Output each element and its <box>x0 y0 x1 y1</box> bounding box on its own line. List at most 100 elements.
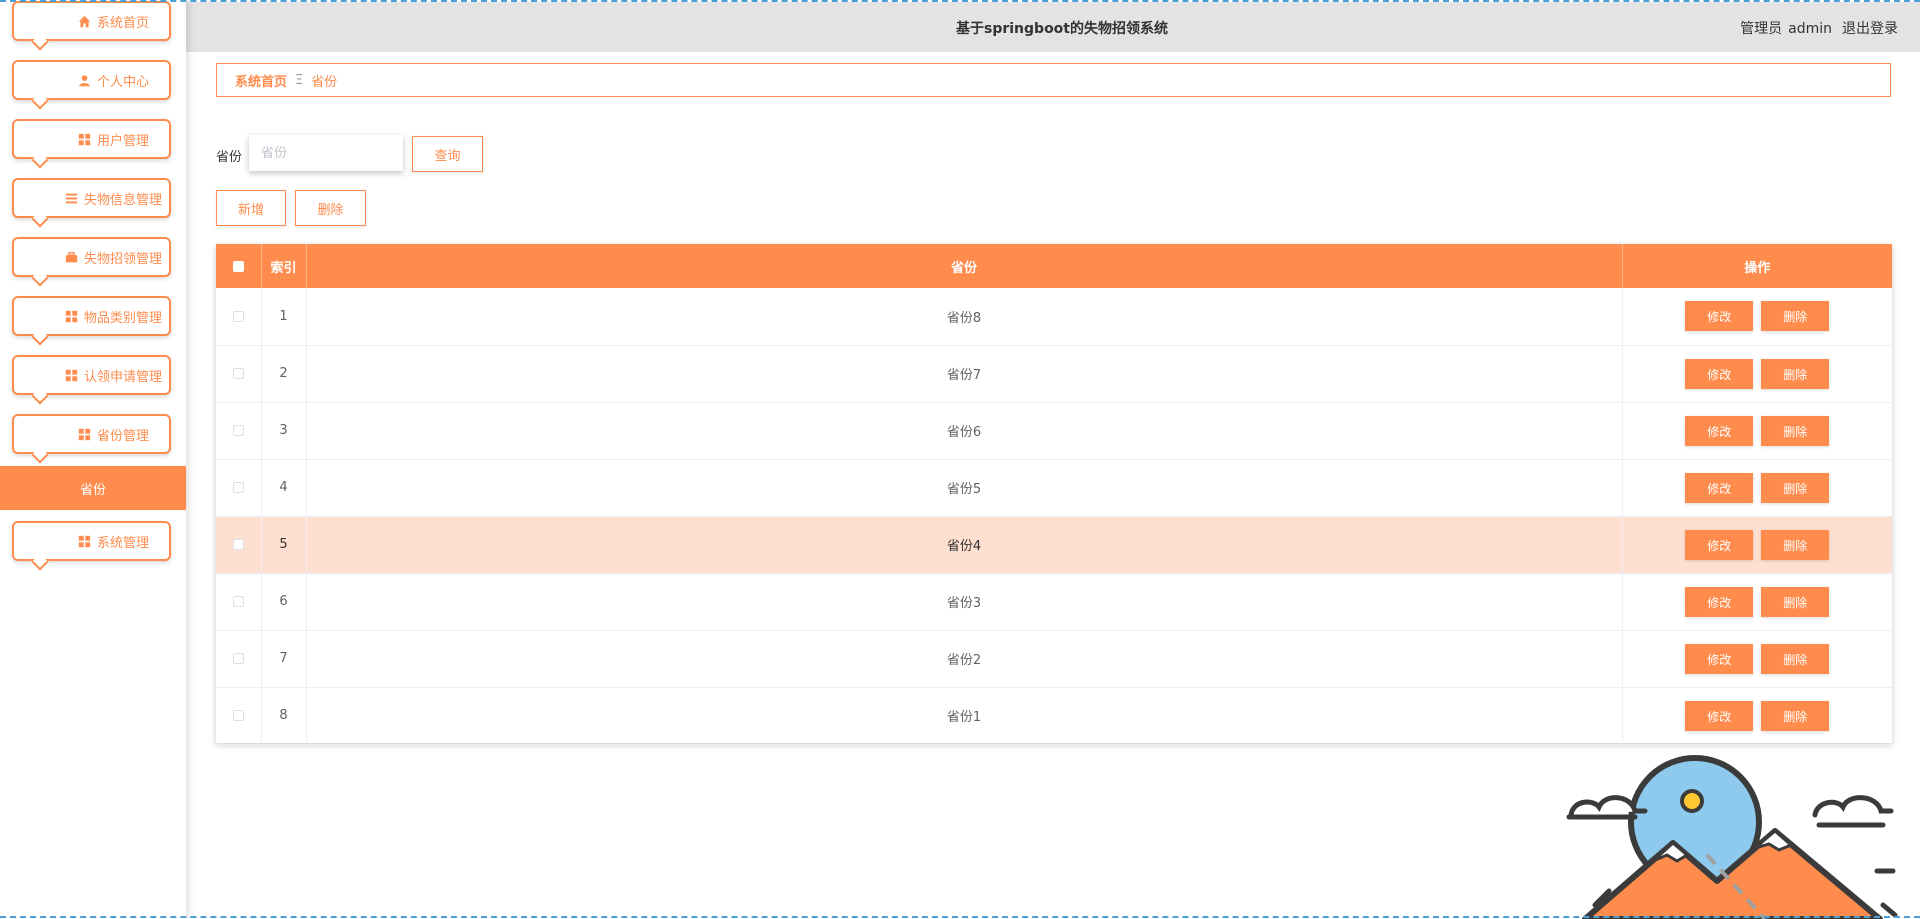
table-row[interactable]: 4 省份5 修改 删除 <box>216 459 1892 516</box>
row-index: 8 <box>261 687 307 744</box>
select-all-header <box>216 244 262 288</box>
row-index: 4 <box>261 459 307 516</box>
row-checkbox[interactable] <box>232 368 244 379</box>
table-row[interactable]: 7 省份2 修改 删除 <box>216 630 1892 687</box>
row-actions: 修改 删除 <box>1622 573 1892 630</box>
user-name: admin <box>1788 21 1832 37</box>
user-role: 管理员 <box>1740 21 1783 37</box>
row-province: 省份2 <box>306 630 1623 687</box>
row-checkbox[interactable] <box>232 425 244 436</box>
edit-button[interactable]: 修改 <box>1685 472 1754 503</box>
row-province: 省份5 <box>306 459 1623 516</box>
sidebar-item-label: 失物招领管理 <box>83 251 162 267</box>
row-checkbox[interactable] <box>232 596 244 607</box>
sidebar-subitem-province[interactable]: 省份 <box>0 466 186 510</box>
row-index: 7 <box>261 630 307 687</box>
province-table: 索引 省份 操作 1 省份8 修改 删除 2 省份7 修改 删除 3 省份6 修改 删除 4 省份5 修改删… <box>216 244 1892 744</box>
row-actions: 修改 删除 <box>1622 402 1892 459</box>
sidebar-item-system-management[interactable]: 系统管理 <box>12 521 171 561</box>
batch-delete-button[interactable]: 删除 <box>295 190 366 226</box>
delete-button[interactable]: 删除 <box>1761 529 1830 560</box>
row-actions: 修改 删除 <box>1622 516 1892 573</box>
row-checkbox[interactable] <box>232 539 244 550</box>
sidebar-item-claim-management[interactable]: 认领申请管理 <box>12 355 171 395</box>
edit-button[interactable]: 修改 <box>1685 415 1754 446</box>
sidebar-item-home[interactable]: 系统首页 <box>12 1 171 41</box>
table-row[interactable]: 6 省份3 修改 删除 <box>216 573 1892 630</box>
delete-button[interactable]: 删除 <box>1761 700 1830 731</box>
breadcrumb: 系统首页 Ξ 省份 <box>216 63 1891 97</box>
sidebar-item-label: 省份管理 <box>96 428 149 444</box>
row-actions: 修改 删除 <box>1622 630 1892 687</box>
grid-icon <box>78 428 91 440</box>
delete-button[interactable]: 删除 <box>1761 586 1830 617</box>
edit-button[interactable]: 修改 <box>1685 586 1754 617</box>
grid-icon <box>78 133 91 145</box>
mountain-illustration <box>1566 755 1898 919</box>
query-button[interactable]: 查询 <box>412 136 483 172</box>
table-row[interactable]: 2 省份7 修改 删除 <box>216 345 1892 402</box>
row-province: 省份3 <box>306 573 1623 630</box>
bottom-dashed-border <box>0 916 1920 918</box>
table-row[interactable]: 1 省份8 修改 删除 <box>216 288 1892 345</box>
delete-button[interactable]: 删除 <box>1761 415 1830 446</box>
row-actions: 修改 删除 <box>1622 288 1892 345</box>
list-icon <box>65 193 78 203</box>
sidebar-item-label: 失物信息管理 <box>83 192 162 208</box>
row-checkbox[interactable] <box>232 653 244 664</box>
table-body: 1 省份8 修改 删除 2 省份7 修改 删除 3 省份6 修改 删除 4 省份5 修改 删除 5 省份4 修改 删除… <box>216 288 1892 744</box>
search-label: 省份 <box>216 150 243 165</box>
sidebar-item-lost-info-management[interactable]: 失物信息管理 <box>12 178 171 218</box>
sidebar-item-province-management[interactable]: 省份管理 <box>12 414 171 454</box>
row-province: 省份6 <box>306 402 1623 459</box>
row-checkbox[interactable] <box>232 482 244 493</box>
delete-button[interactable]: 删除 <box>1761 643 1830 674</box>
row-index: 6 <box>261 573 307 630</box>
table-row[interactable]: 5 省份4 修改 删除 <box>216 516 1892 573</box>
row-index: 5 <box>261 516 307 573</box>
sidebar: 系统首页 个人中心 用户管理 失物信息管理 失物招领管理 物品类别管理 认领申请… <box>0 0 186 919</box>
logout-link[interactable]: 退出登录 <box>1842 21 1898 37</box>
user-area: 管理员 admin 退出登录 <box>1734 18 1898 38</box>
top-header: 基于springboot的失物招领系统 管理员 admin 退出登录 <box>186 2 1920 52</box>
delete-button[interactable]: 删除 <box>1761 472 1830 503</box>
table-row[interactable]: 3 省份6 修改 删除 <box>216 402 1892 459</box>
row-select-cell <box>216 402 262 459</box>
sidebar-item-category-management[interactable]: 物品类别管理 <box>12 296 171 336</box>
row-index: 3 <box>261 402 307 459</box>
row-province: 省份4 <box>306 516 1623 573</box>
breadcrumb-home[interactable]: 系统首页 <box>235 71 287 90</box>
row-actions: 修改 删除 <box>1622 345 1892 402</box>
delete-button[interactable]: 删除 <box>1761 358 1830 389</box>
grid-icon <box>65 369 78 381</box>
edit-button[interactable]: 修改 <box>1685 358 1754 389</box>
row-actions: 修改 删除 <box>1622 459 1892 516</box>
home-icon <box>78 15 91 27</box>
sidebar-item-personal-center[interactable]: 个人中心 <box>12 60 171 100</box>
edit-button[interactable]: 修改 <box>1685 643 1754 674</box>
column-header-index: 索引 <box>261 244 307 288</box>
sidebar-item-lost-found-management[interactable]: 失物招领管理 <box>12 237 171 277</box>
row-province: 省份8 <box>306 288 1623 345</box>
row-checkbox[interactable] <box>232 310 244 322</box>
row-select-cell <box>216 687 262 744</box>
edit-button[interactable]: 修改 <box>1685 700 1754 731</box>
select-all-checkbox[interactable] <box>232 260 244 272</box>
table-header-row: 索引 省份 操作 <box>216 244 1892 288</box>
sidebar-item-user-management[interactable]: 用户管理 <box>12 119 171 159</box>
table-row[interactable]: 8 省份1 修改 删除 <box>216 687 1892 744</box>
sidebar-item-label: 认领申请管理 <box>83 369 162 385</box>
top-dashed-border <box>0 0 1920 2</box>
row-select-cell <box>216 630 262 687</box>
row-index: 1 <box>261 288 307 345</box>
user-icon <box>79 74 90 86</box>
row-select-cell <box>216 516 262 573</box>
row-checkbox[interactable] <box>232 710 244 721</box>
edit-button[interactable]: 修改 <box>1685 301 1754 332</box>
sidebar-item-label: 个人中心 <box>96 74 149 90</box>
delete-button[interactable]: 删除 <box>1761 301 1830 332</box>
add-button[interactable]: 新增 <box>216 190 286 226</box>
edit-button[interactable]: 修改 <box>1685 529 1754 560</box>
sidebar-item-label: 系统首页 <box>96 15 149 31</box>
province-search-input[interactable] <box>249 135 403 171</box>
